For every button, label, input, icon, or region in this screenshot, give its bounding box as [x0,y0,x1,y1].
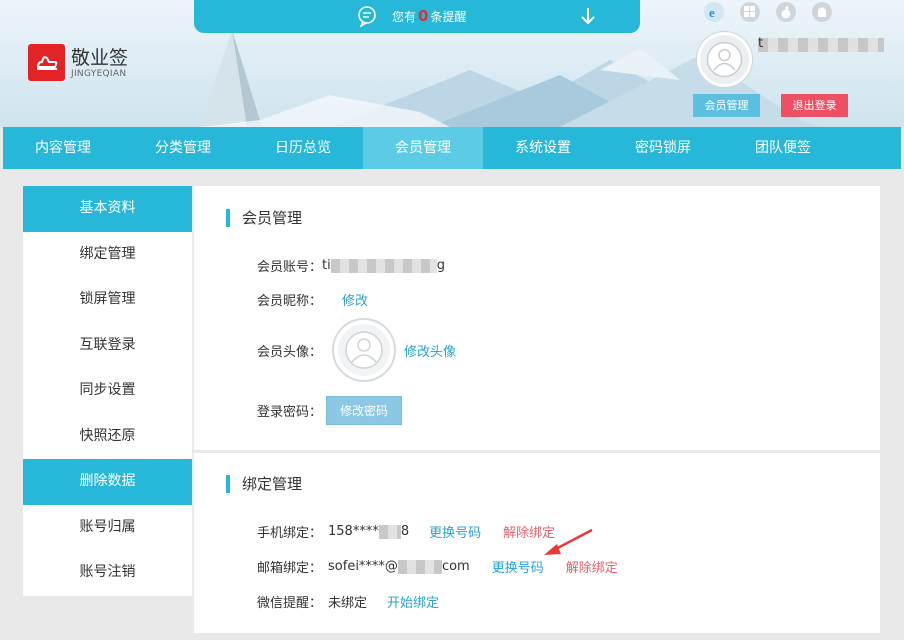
app-logo[interactable]: 敬业签 JINGYEQIAN [28,44,128,81]
nav-team[interactable]: 团队便签 [723,127,843,169]
nav-lockscreen[interactable]: 密码锁屏 [603,127,723,169]
change-password-button[interactable]: 修改密码 [326,396,403,425]
sidebar-item-sync[interactable]: 同步设置 [23,368,192,414]
phone-blurred [378,524,401,539]
logout-button[interactable]: 退出登录 [781,94,848,117]
account-label: 会员账号： [257,260,323,275]
nav-settings[interactable]: 系统设置 [483,127,603,169]
nickname-row: 会员昵称： 修改 [257,290,368,309]
sidebar-item-account-ownership[interactable]: 账号归属 [23,505,192,551]
sidebar: 基本资料 绑定管理 锁屏管理 互联登录 同步设置 快照还原 删除数据 账号归属 … [23,186,192,596]
username-blurred: t [758,36,884,52]
email-value-end: com [441,559,470,574]
edit-nickname-link[interactable]: 修改 [342,290,368,309]
nav-content[interactable]: 内容管理 [3,127,123,169]
member-management-button[interactable]: 会员管理 [693,94,760,117]
avatar-label: 会员头像： [257,344,323,360]
email-change-link[interactable]: 更换号码 [492,557,544,576]
account-blurred [330,258,437,273]
nav-calendar[interactable]: 日历总览 [243,127,363,169]
main-nav: 内容管理 分类管理 日历总览 会员管理 系统设置 密码锁屏 团队便签 [3,127,901,169]
sidebar-item-basic-info[interactable]: 基本资料 [23,186,192,232]
wechat-bind-link[interactable]: 开始绑定 [387,592,439,611]
android-icon[interactable] [812,2,832,22]
account-value-start: ti [322,258,331,273]
member-panel: 会员管理 会员账号： ti g 会员昵称： 修改 会员头像： 修改头像 登录密码… [194,186,880,450]
email-unbind-link[interactable]: 解除绑定 [566,557,618,576]
phone-change-link[interactable]: 更换号码 [429,522,481,541]
logo-icon [28,44,65,81]
account-value-end: g [436,258,445,273]
account-row: 会员账号： ti g [257,256,445,275]
reminder-bar[interactable]: 您有 0 条提醒 [194,0,640,33]
sidebar-item-delete-data[interactable]: 删除数据 [23,459,192,505]
wechat-row: 微信提醒： 未绑定 开始绑定 [257,592,439,611]
avatar-row: 会员头像： 修改头像 [257,320,456,380]
phone-label: 手机绑定： [257,526,323,541]
ie-icon[interactable]: e [704,2,724,22]
svg-text:e: e [709,5,715,19]
wechat-label: 微信提醒： [257,596,323,611]
user-avatar[interactable] [697,32,752,87]
header: 敬业签 JINGYEQIAN 您有 0 条提醒 e t 会员管理 退出登录 [0,0,904,127]
reminder-text: 您有 0 条提醒 [392,7,467,25]
password-row: 登录密码： 修改密码 [257,396,403,425]
member-avatar[interactable] [334,320,395,380]
sidebar-item-snapshot[interactable]: 快照还原 [23,414,192,460]
phone-row: 手机绑定： 158**** 8 更换号码 解除绑定 [257,522,555,541]
reminder-count: 0 [418,7,429,25]
nav-member[interactable]: 会员管理 [363,127,483,169]
message-icon [358,6,376,27]
email-label: 邮箱绑定： [257,561,323,576]
email-blurred [397,559,442,574]
sidebar-item-connected-login[interactable]: 互联登录 [23,323,192,369]
edit-avatar-link[interactable]: 修改头像 [404,341,456,360]
sidebar-item-account-cancel[interactable]: 账号注销 [23,550,192,596]
arrow-down-icon[interactable] [580,6,596,26]
windows-icon[interactable] [740,2,760,22]
nav-category[interactable]: 分类管理 [123,127,243,169]
email-row: 邮箱绑定： sofei****@ com 更换号码 解除绑定 [257,557,618,576]
sidebar-item-binding[interactable]: 绑定管理 [23,232,192,278]
phone-value-start: 158**** [328,524,379,539]
binding-section-title: 绑定管理 [226,475,302,493]
binding-panel: 绑定管理 手机绑定： 158**** 8 更换号码 解除绑定 邮箱绑定： sof… [194,453,880,633]
annotation-arrow-icon [544,528,593,555]
platform-icons: e [704,2,848,22]
phone-value-end: 8 [400,524,410,539]
email-value-start: sofei****@ [328,559,398,574]
apple-icon[interactable] [776,2,796,22]
password-label: 登录密码： [257,405,323,420]
member-section-title: 会员管理 [226,209,302,227]
logo-name: 敬业签 [71,46,129,69]
wechat-status: 未绑定 [328,596,368,611]
sidebar-item-lockscreen[interactable]: 锁屏管理 [23,277,192,323]
logo-pinyin: JINGYEQIAN [71,68,127,79]
nickname-label: 会员昵称： [257,294,323,309]
